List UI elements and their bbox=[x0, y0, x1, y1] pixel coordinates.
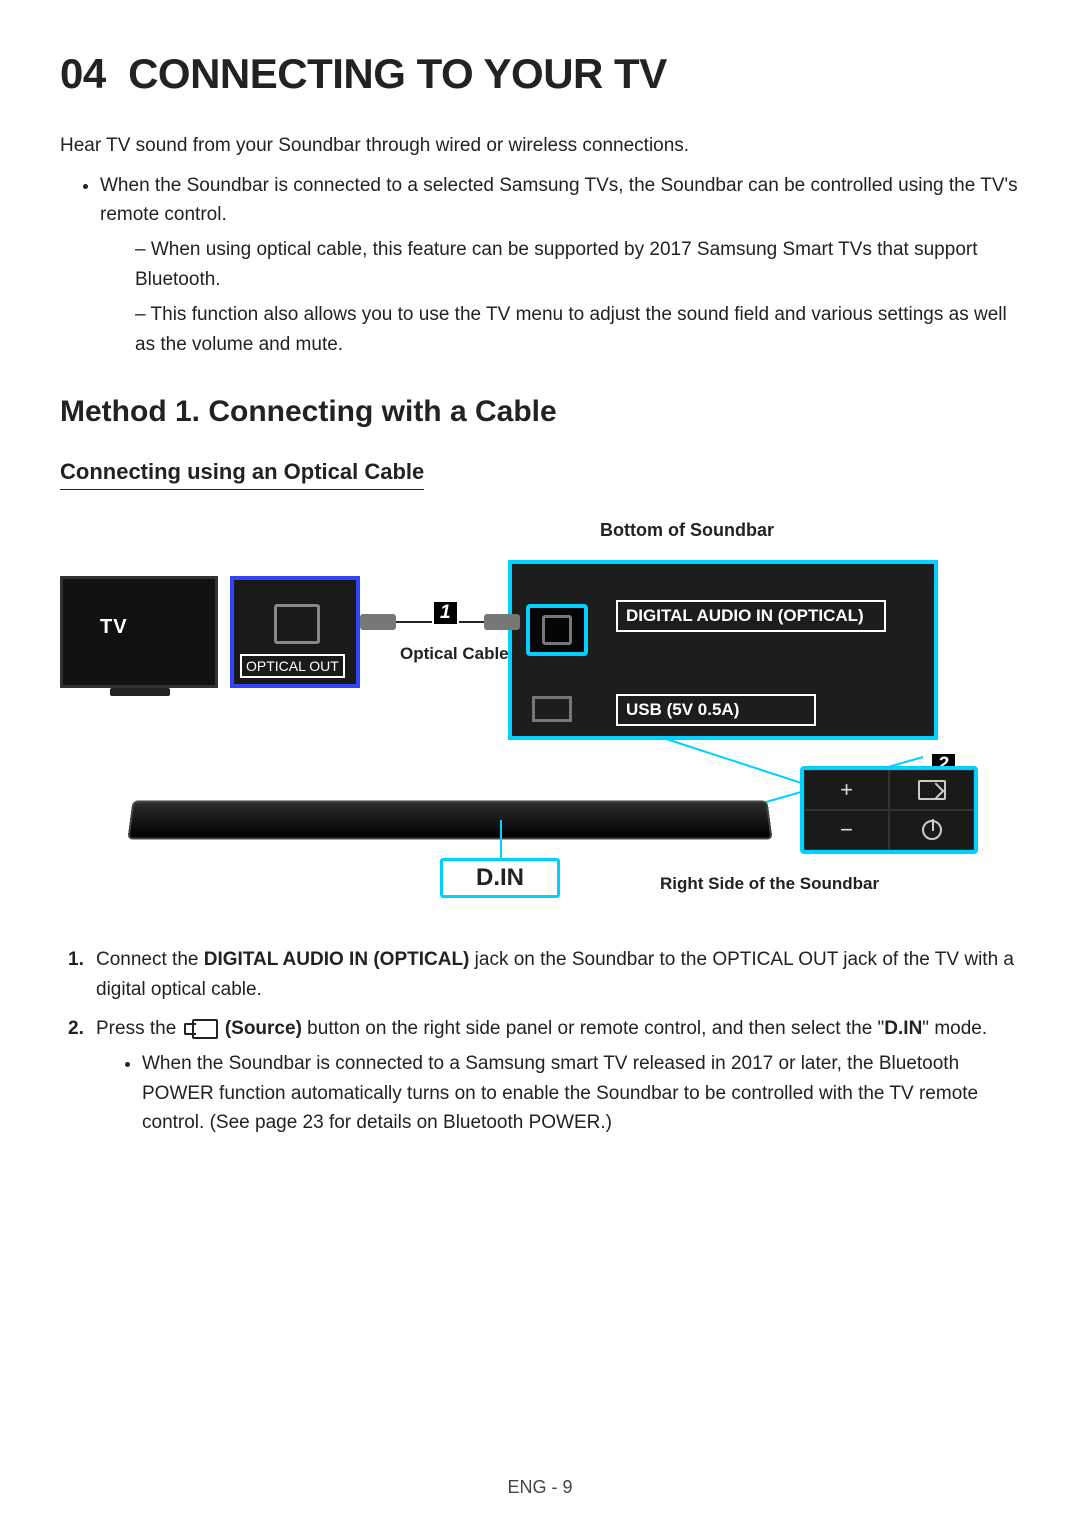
usb-label: USB (5V 0.5A) bbox=[616, 694, 816, 726]
step-text-span: Press the bbox=[96, 1018, 182, 1039]
connection-diagram: Bottom of Soundbar DIGITAL AUDIO IN (OPT… bbox=[60, 520, 1000, 920]
tv-label: TV bbox=[100, 616, 128, 639]
step-2-substeps: When the Soundbar is connected to a Sams… bbox=[96, 1049, 1020, 1137]
intro-text: Hear TV sound from your Soundbar through… bbox=[60, 132, 1020, 161]
source-button[interactable] bbox=[889, 770, 974, 810]
volume-up-button[interactable]: + bbox=[804, 770, 889, 810]
step-text: Connect the DIGITAL AUDIO IN (OPTICAL) j… bbox=[96, 949, 1014, 999]
section-title: 04 CONNECTING TO YOUR TV bbox=[60, 50, 1020, 98]
optical-out-label: OPTICAL OUT bbox=[240, 654, 345, 678]
optical-cable-label: Optical Cable bbox=[400, 644, 509, 664]
step-1: 1. Connect the DIGITAL AUDIO IN (OPTICAL… bbox=[60, 945, 1020, 1004]
method-heading: Method 1. Connecting with a Cable bbox=[60, 395, 1020, 429]
step-text: Press the (Source) button on the right s… bbox=[96, 1018, 987, 1039]
optical-in-port-icon bbox=[526, 604, 588, 656]
step-text-span: " mode. bbox=[922, 1018, 987, 1039]
callout-1: 1 bbox=[432, 600, 459, 626]
dash-item: This function also allows you to use the… bbox=[135, 300, 1020, 359]
din-display: D.IN bbox=[440, 858, 560, 898]
soundbar-side-panel: + − bbox=[800, 766, 978, 854]
step-2: 2. Press the (Source) button on the righ… bbox=[60, 1014, 1020, 1138]
source-icon bbox=[918, 780, 946, 800]
optical-out-port-icon bbox=[274, 604, 320, 644]
din-bold: D.IN bbox=[884, 1018, 922, 1039]
digital-audio-in-label: DIGITAL AUDIO IN (OPTICAL) bbox=[616, 600, 886, 632]
bottom-of-soundbar-label: Bottom of Soundbar bbox=[600, 520, 774, 541]
page-footer: ENG - 9 bbox=[0, 1477, 1080, 1498]
volume-down-button[interactable]: − bbox=[804, 810, 889, 850]
step-text-span: button on the right side panel or remote… bbox=[302, 1018, 884, 1039]
bullet-item: When the Soundbar is connected to a sele… bbox=[100, 171, 1020, 230]
intro-bullets: When the Soundbar is connected to a sele… bbox=[60, 171, 1020, 360]
subsection-heading: Connecting using an Optical Cable bbox=[60, 459, 424, 490]
soundbar-bottom-panel: DIGITAL AUDIO IN (OPTICAL) USB (5V 0.5A) bbox=[508, 560, 938, 740]
source-icon bbox=[184, 1019, 218, 1039]
power-icon bbox=[922, 820, 942, 840]
plus-icon: + bbox=[840, 777, 853, 803]
step-text-span: Connect the bbox=[96, 949, 204, 970]
intro-dashes: When using optical cable, this feature c… bbox=[100, 235, 1020, 359]
section-title-text: CONNECTING TO YOUR TV bbox=[128, 50, 667, 97]
substep-item: When the Soundbar is connected to a Sams… bbox=[142, 1049, 1020, 1137]
dash-item: When using optical cable, this feature c… bbox=[135, 235, 1020, 294]
tv-stand-icon bbox=[110, 688, 170, 696]
minus-icon: − bbox=[840, 817, 853, 843]
tv-optical-out-panel: OPTICAL OUT bbox=[230, 576, 360, 688]
step-number: 2. bbox=[68, 1014, 84, 1043]
callout-line-icon bbox=[500, 820, 502, 860]
digital-audio-in-bold: DIGITAL AUDIO IN (OPTICAL) bbox=[204, 949, 470, 970]
soundbar-body-icon bbox=[127, 801, 772, 840]
instruction-steps: 1. Connect the DIGITAL AUDIO IN (OPTICAL… bbox=[60, 945, 1020, 1138]
power-button[interactable] bbox=[889, 810, 974, 850]
step-number: 1. bbox=[68, 945, 84, 974]
tv-icon bbox=[60, 576, 218, 688]
source-label-bold: (Source) bbox=[225, 1018, 302, 1039]
usb-port-icon bbox=[532, 696, 572, 722]
rightside-label: Right Side of the Soundbar bbox=[660, 874, 879, 894]
section-number: 04 bbox=[60, 50, 106, 97]
